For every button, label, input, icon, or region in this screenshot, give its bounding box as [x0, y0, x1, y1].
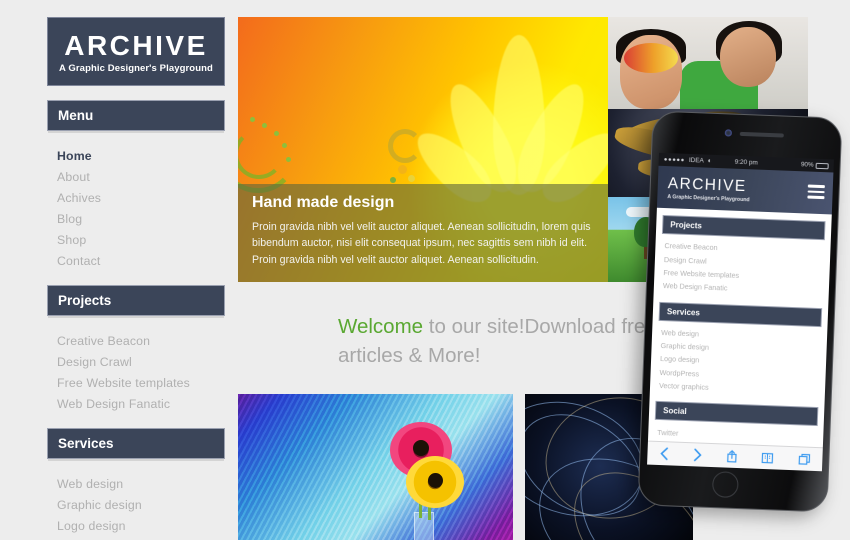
hero-caption-title: Hand made design [252, 193, 395, 211]
sidebar: ARCHIVE A Graphic Designer's Playground … [47, 17, 225, 540]
sidebar-item-contact[interactable]: Contact [57, 250, 225, 271]
sidebar-item-creative-beacon[interactable]: Creative Beacon [57, 330, 225, 351]
sidebar-item-achives[interactable]: Achives [57, 187, 225, 208]
sidebar-item-logo-design[interactable]: Logo design [57, 515, 225, 536]
site-logo[interactable]: ARCHIVE A Graphic Designer's Playground [47, 17, 225, 87]
thumbnail-face-painting[interactable] [608, 17, 808, 109]
phone-logo-title: ARCHIVE [667, 175, 747, 196]
sidebar-heading-projects: Projects [47, 285, 225, 317]
phone-services-list: Web design Graphic design Logo design Wo… [650, 320, 828, 401]
phone-site-header: ARCHIVE A Graphic Designer's Playground [656, 165, 834, 215]
share-icon[interactable] [726, 449, 737, 463]
phone-screen: ●●●●● IDEA ◐ 9:20 pm 90% ARCHIVE A Graph… [647, 152, 834, 472]
sidebar-item-home[interactable]: Home [57, 145, 225, 166]
sidebar-item-design-crawl[interactable]: Design Crawl [57, 351, 225, 372]
sidebar-heading-services: Services [47, 428, 225, 460]
sidebar-item-wordpress[interactable]: WordpPress [57, 536, 225, 540]
site-logo-tagline: A Graphic Designer's Playground [59, 63, 213, 75]
site-logo-title: ARCHIVE [64, 30, 208, 61]
sidebar-menu-list: Home About Achives Blog Shop Contact [47, 131, 225, 271]
sidebar-item-web-design[interactable]: Web design [57, 473, 225, 494]
bookmarks-icon[interactable] [761, 451, 774, 463]
sidebar-item-shop[interactable]: Shop [57, 229, 225, 250]
tabs-icon[interactable] [798, 453, 810, 465]
sidebar-services-list: Web design Graphic design Logo design Wo… [47, 459, 225, 540]
sidebar-item-about[interactable]: About [57, 166, 225, 187]
sidebar-projects-list: Creative Beacon Design Crawl Free Websit… [47, 316, 225, 414]
hero-caption: Hand made design Proin gravida nibh vel … [238, 183, 608, 282]
forward-chevron-icon[interactable] [693, 448, 702, 462]
page: ARCHIVE A Graphic Designer's Playground … [0, 0, 850, 540]
phone-mockup: ●●●●● IDEA ◐ 9:20 pm 90% ARCHIVE A Graph… [637, 110, 843, 513]
sidebar-item-blog[interactable]: Blog [57, 208, 225, 229]
sidebar-item-free-website-templates[interactable]: Free Website templates [57, 372, 225, 393]
hero-caption-body: Proin gravida nibh vel velit auctor aliq… [252, 220, 591, 266]
sidebar-heading-menu: Menu [47, 100, 225, 132]
hero-slider[interactable]: Hand made design Proin gravida nibh vel … [238, 17, 608, 282]
sidebar-item-graphic-design[interactable]: Graphic design [57, 494, 225, 515]
hamburger-icon[interactable] [807, 184, 825, 202]
gallery-item-gerbera-flowers[interactable] [238, 394, 513, 540]
sidebar-item-web-design-fanatic[interactable]: Web Design Fanatic [57, 393, 225, 414]
back-chevron-icon[interactable] [659, 447, 669, 461]
welcome-accent-word: Welcome [338, 315, 424, 338]
phone-projects-list: Creative Beacon Design Crawl Free Websit… [654, 234, 831, 301]
